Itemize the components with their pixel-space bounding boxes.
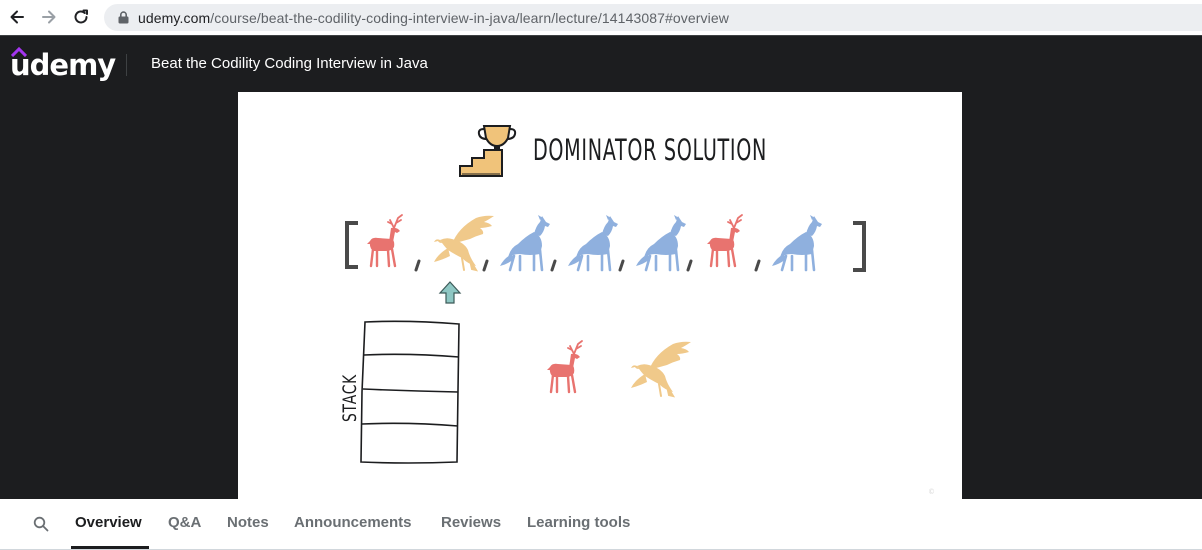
deer-icon: [365, 213, 404, 268]
tab-announcements[interactable]: Announcements: [294, 514, 412, 531]
udemy-logo[interactable]: udemy: [10, 45, 116, 85]
wolf-icon: [498, 213, 552, 272]
array-comma: [686, 259, 693, 272]
back-arrow-icon: [10, 10, 24, 24]
array-comma: [550, 259, 557, 272]
deer-icon: [705, 213, 744, 268]
search-icon: [33, 516, 49, 532]
forward-button[interactable]: [37, 5, 61, 29]
wolf-icon: [566, 213, 620, 272]
pointer-arrow-icon: [438, 281, 462, 304]
watermark-text: ©: [928, 488, 935, 496]
active-tab-indicator: [71, 546, 149, 549]
back-button[interactable]: [5, 5, 29, 29]
forward-arrow-icon: [42, 10, 56, 24]
eagle-icon: [433, 214, 495, 271]
reload-button[interactable]: [69, 5, 93, 29]
slide-canvas: DOMINATOR SOLUTION STACK ©: [339, 125, 935, 496]
logo-hat-icon: [11, 47, 27, 57]
array-comma: [618, 259, 625, 272]
header-divider: [126, 54, 127, 76]
course-tabs: Overview Q&A Notes Announcements Reviews…: [0, 499, 1202, 550]
url-text: udemy.com/course/beat-the-codility-codin…: [138, 10, 729, 26]
course-title[interactable]: Beat the Codility Coding Interview in Ja…: [151, 55, 428, 72]
deer-icon: [545, 339, 584, 394]
tab-notes[interactable]: Notes: [227, 514, 269, 531]
array-open-bracket: [345, 221, 358, 269]
tab-overview[interactable]: Overview: [75, 514, 142, 531]
array-comma: [754, 259, 761, 272]
lock-icon: [116, 11, 130, 25]
reload-icon: [74, 9, 88, 24]
url-path: /course/beat-the-codility-coding-intervi…: [210, 9, 729, 26]
tab-learning-tools[interactable]: Learning tools: [527, 514, 630, 531]
url-domain: udemy.com: [138, 9, 211, 26]
browser-toolbar: udemy.com/course/beat-the-codility-codin…: [0, 0, 1202, 35]
slide-title: DOMINATOR SOLUTION: [533, 133, 767, 167]
array-comma: [414, 259, 421, 272]
tab-qa[interactable]: Q&A: [168, 514, 201, 531]
tab-reviews[interactable]: Reviews: [441, 514, 501, 531]
array-row: [365, 213, 824, 272]
video-player[interactable]: DOMINATOR SOLUTION STACK ©: [0, 92, 1202, 499]
candidates-row: [545, 339, 692, 397]
search-button[interactable]: [28, 511, 54, 537]
eagle-icon: [630, 340, 692, 397]
stack-diagram: [360, 320, 460, 464]
wolf-icon: [634, 213, 688, 272]
array-comma: [482, 259, 489, 272]
lecture-slide: DOMINATOR SOLUTION STACK ©: [238, 92, 962, 499]
array-close-bracket: [853, 221, 866, 272]
course-header: udemy Beat the Codility Coding Interview…: [0, 35, 1202, 92]
stack-label: STACK: [339, 374, 361, 422]
address-bar[interactable]: udemy.com/course/beat-the-codility-codin…: [104, 4, 1202, 31]
trophy-podium-icon: [459, 125, 517, 177]
wolf-icon: [770, 213, 824, 272]
